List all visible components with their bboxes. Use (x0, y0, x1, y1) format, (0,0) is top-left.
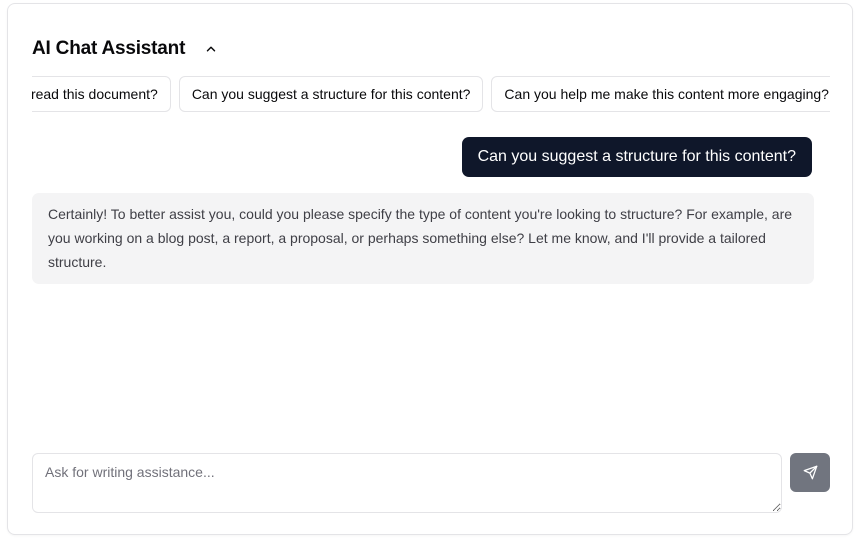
collapse-button[interactable] (199, 37, 223, 61)
assistant-message: Certainly! To better assist you, could y… (32, 193, 814, 284)
message-input[interactable] (32, 453, 782, 513)
user-message: Can you suggest a structure for this con… (461, 137, 812, 177)
composer (32, 453, 782, 513)
chat-card: AI Chat Assistant Can you proofread this… (7, 3, 853, 535)
suggestion-chip[interactable]: Can you help me make this content more e… (491, 76, 830, 112)
suggestion-track: Can you proofread this document? Can you… (32, 76, 830, 112)
chat-title: AI Chat Assistant (32, 38, 186, 59)
send-button[interactable] (790, 453, 830, 492)
suggestion-chip[interactable]: Can you proofread this document? (32, 76, 171, 112)
chat-header: AI Chat Assistant (32, 37, 223, 61)
chevron-up-icon (206, 46, 216, 52)
suggestion-chip[interactable]: Can you suggest a structure for this con… (178, 76, 484, 112)
suggestion-scroller[interactable]: Can you proofread this document? Can you… (32, 76, 830, 114)
send-icon (803, 465, 817, 480)
